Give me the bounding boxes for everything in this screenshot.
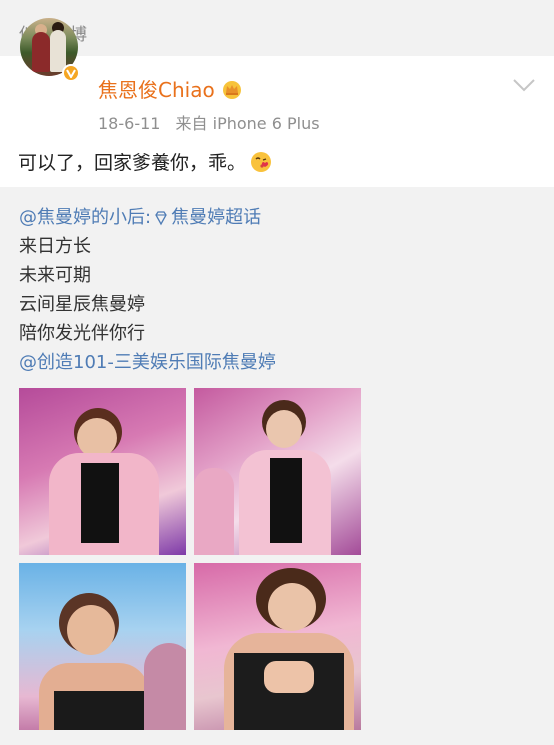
verified-badge-icon xyxy=(62,64,80,82)
footer-mention-link[interactable]: @创造101-三美娱乐国际焦曼婷 xyxy=(19,348,276,377)
photo-thumbnail[interactable] xyxy=(194,563,361,730)
diamond-icon xyxy=(155,210,167,225)
photo-thumbnail[interactable] xyxy=(19,388,186,555)
topic-link[interactable]: 焦曼婷超话 xyxy=(171,203,261,232)
crown-icon xyxy=(222,80,241,99)
chevron-down-icon[interactable] xyxy=(512,78,536,92)
repost-author-mention[interactable]: @焦曼婷的小后 xyxy=(19,203,145,232)
post-meta: 18-6-11 来自 iPhone 6 Plus xyxy=(98,110,330,134)
photo-thumbnail[interactable] xyxy=(194,388,361,555)
repost-line: 来日方长 xyxy=(19,236,91,257)
section-header: 他的微博 xyxy=(0,0,554,56)
repost-line: 云间星辰焦曼婷 xyxy=(19,294,145,315)
photo-thumbnail[interactable] xyxy=(19,563,186,730)
username[interactable]: 焦恩俊Chiao xyxy=(98,74,215,103)
kiss-emoji-icon xyxy=(251,151,272,172)
repost-line: 陪你发光伴你行 xyxy=(19,323,145,344)
post-date: 18-6-11 xyxy=(98,114,161,133)
repost-header: @焦曼婷的小后 : 焦曼婷超话 xyxy=(19,203,276,232)
post-body: 可以了，回家爹養你，乖。 xyxy=(18,148,272,175)
repost-line: 未来可期 xyxy=(19,265,91,286)
post-source[interactable]: 来自 iPhone 6 Plus xyxy=(176,114,320,133)
repost-section[interactable]: @焦曼婷的小后 : 焦曼婷超话 来日方长 未来可期 云间星辰焦曼婷 陪你发光伴你… xyxy=(0,187,554,745)
post-text: 可以了，回家爹養你，乖。 xyxy=(18,152,247,174)
photo-grid xyxy=(19,388,362,730)
repost-separator: : xyxy=(145,207,152,228)
